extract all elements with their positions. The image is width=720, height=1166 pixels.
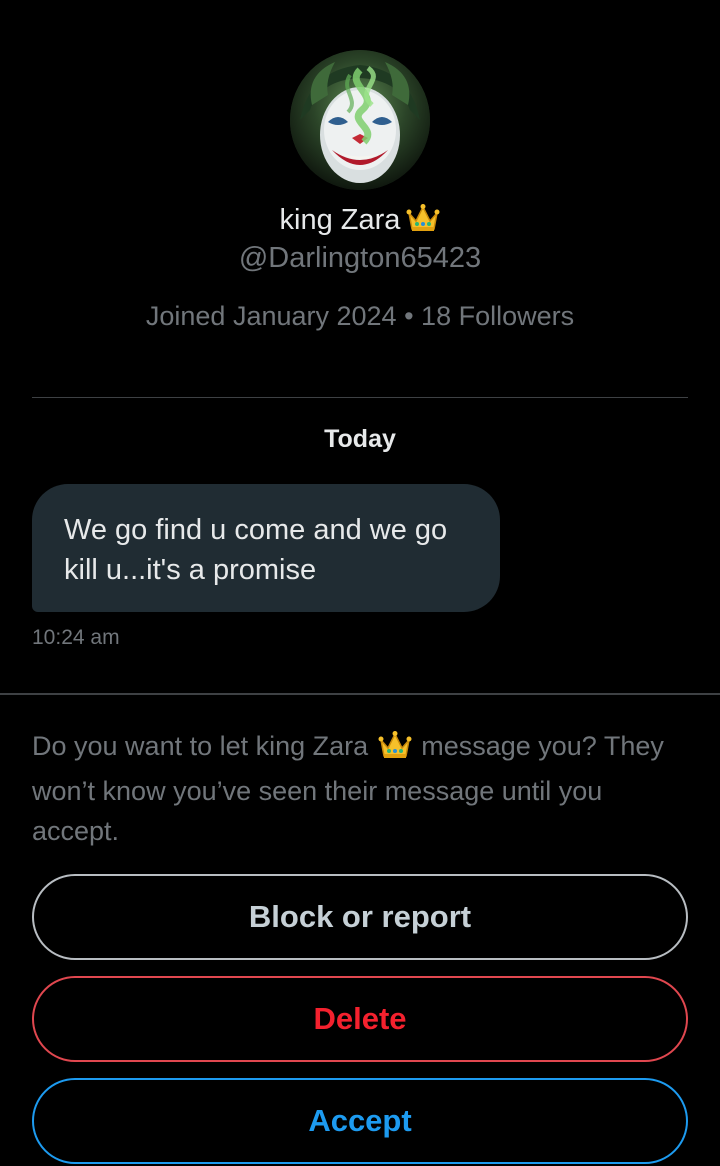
profile-header: king Zara @Darlington65423 Joined Januar… xyxy=(0,0,720,398)
message-text: We go find u come and we go kill u...it'… xyxy=(64,514,448,586)
message-request-prompt: Do you want to let king Zara message you… xyxy=(32,726,692,851)
delete-button[interactable]: Delete xyxy=(32,976,688,1062)
joker-avatar-image xyxy=(290,50,430,190)
profile-meta: Joined January 2024 • 18 Followers xyxy=(0,299,720,333)
block-or-report-button[interactable]: Block or report xyxy=(32,874,688,960)
message-bubble[interactable]: We go find u come and we go kill u...it'… xyxy=(32,484,500,612)
avatar[interactable] xyxy=(290,50,430,190)
display-name: king Zara xyxy=(0,202,720,242)
profile-handle: @Darlington65423 xyxy=(238,242,482,274)
display-name-text: king Zara xyxy=(279,204,401,236)
divider xyxy=(32,397,688,398)
message-timestamp: 10:24 am xyxy=(32,626,120,649)
crown-icon xyxy=(378,730,412,771)
prompt-text-start: Do you want to let king Zara xyxy=(32,731,369,761)
divider xyxy=(0,693,720,695)
meta-separator: • xyxy=(404,301,414,331)
crown-icon xyxy=(406,203,440,242)
joined-date: Joined January 2024 xyxy=(145,301,397,331)
followers-count[interactable]: 18 Followers xyxy=(421,301,574,331)
day-label: Today xyxy=(324,425,396,453)
accept-button[interactable]: Accept xyxy=(32,1078,688,1164)
